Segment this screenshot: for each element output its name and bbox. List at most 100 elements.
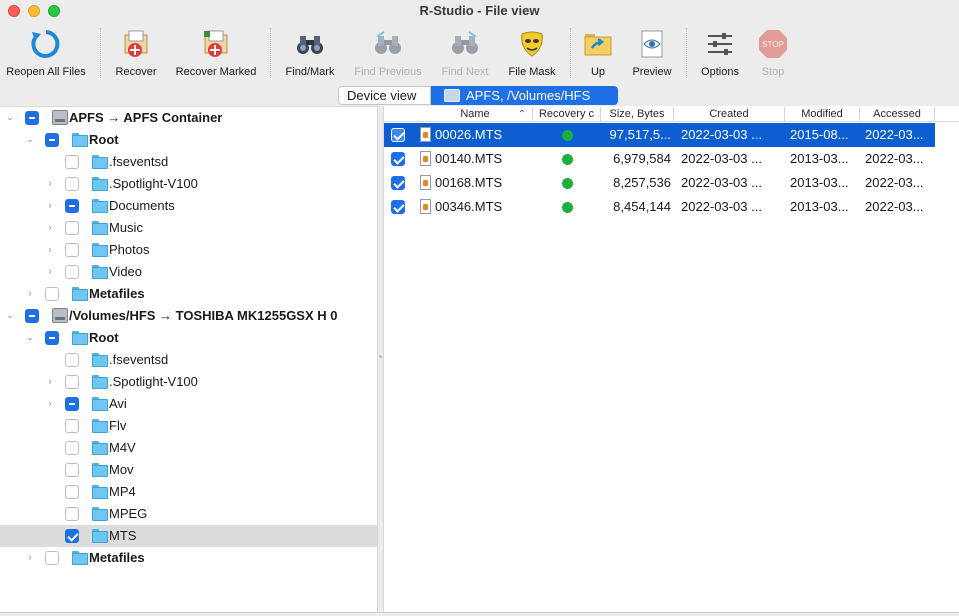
tree-checkbox[interactable] (65, 485, 79, 499)
chevron-right-icon[interactable]: › (45, 266, 55, 276)
splitter-handle[interactable] (379, 355, 382, 358)
folder-icon (92, 243, 108, 257)
recover-button[interactable]: Recover (110, 22, 162, 84)
chevron-down-icon[interactable]: ⌄ (25, 332, 35, 342)
tree-item-root[interactable]: ⌄ Root (0, 129, 377, 151)
tree-item-documents[interactable]: › Documents (0, 195, 377, 217)
chevron-down-icon[interactable]: ⌄ (5, 112, 15, 122)
binoculars-icon (297, 36, 323, 54)
column-header-accessed[interactable]: Accessed (860, 107, 935, 121)
chevron-right-icon[interactable]: › (45, 398, 55, 408)
find-next-button[interactable]: Find Next (434, 22, 496, 84)
column-header-size[interactable]: Size, Bytes (601, 107, 674, 121)
tree-item-metafiles[interactable]: › Metafiles (0, 547, 377, 569)
folder-icon (92, 221, 108, 235)
file-row[interactable]: 00026.MTS 97,517,5... 2022-03-03 ... 201… (384, 123, 935, 147)
svg-text:STOP: STOP (762, 40, 784, 49)
tree-item-mp4[interactable]: MP4 (0, 481, 377, 503)
tree-item-m4v[interactable]: M4V (0, 437, 377, 459)
tree-item-volumes-hfs[interactable]: ⌄ /Volumes/HFS → TOSHIBA MK1255GSX H 0 (0, 305, 377, 327)
tree-checkbox[interactable] (45, 287, 59, 301)
tree-checkbox[interactable] (65, 529, 79, 543)
tree-checkbox[interactable] (45, 133, 59, 147)
tree-item-video[interactable]: › Video (0, 261, 377, 283)
chevron-down-icon[interactable]: ⌄ (5, 310, 15, 320)
file-row[interactable]: 00168.MTS 8,257,536 2022-03-03 ... 2013-… (384, 171, 935, 195)
tree-item-spotlight[interactable]: › .Spotlight-V100 (0, 173, 377, 195)
sliders-icon (708, 33, 732, 55)
chevron-right-icon[interactable]: › (25, 552, 35, 562)
folder-icon (92, 419, 108, 433)
hard-drive-icon (52, 110, 68, 125)
tree-item-avi[interactable]: › Avi (0, 393, 377, 415)
tree-item-apfs-container[interactable]: ⌄ APFS → APFS Container (0, 107, 377, 129)
tree-item-fseventsd[interactable]: .fseventsd (0, 349, 377, 371)
options-button[interactable]: Options (694, 22, 746, 84)
file-checkbox[interactable] (391, 152, 405, 166)
chevron-right-icon[interactable]: › (45, 376, 55, 386)
tree-item-music[interactable]: › Music (0, 217, 377, 239)
tree-checkbox[interactable] (65, 199, 79, 213)
reopen-all-files-button[interactable]: Reopen All Files (0, 22, 92, 84)
file-mask-button[interactable]: File Mask (502, 22, 562, 84)
tree-item-metafiles[interactable]: › Metafiles (0, 283, 377, 305)
chevron-right-icon[interactable]: › (45, 200, 55, 210)
tree-checkbox[interactable] (65, 265, 79, 279)
chevron-right-icon[interactable]: › (45, 222, 55, 232)
tree-item-flv[interactable]: Flv (0, 415, 377, 437)
file-checkbox[interactable] (391, 200, 405, 214)
folder-icon (92, 265, 108, 279)
file-checkbox[interactable] (391, 128, 405, 142)
pane-splitter[interactable] (377, 106, 384, 612)
tree-checkbox[interactable] (25, 111, 39, 125)
chevron-right-icon[interactable]: › (45, 178, 55, 188)
folder-icon (72, 287, 88, 301)
tree-checkbox[interactable] (65, 221, 79, 235)
stop-button[interactable]: STOP Stop (752, 22, 794, 84)
find-previous-button[interactable]: Find Previous (350, 22, 426, 84)
chevron-down-icon[interactable]: ⌄ (25, 134, 35, 144)
tree-checkbox[interactable] (65, 507, 79, 521)
tree-item-spotlight[interactable]: › .Spotlight-V100 (0, 371, 377, 393)
tree-checkbox[interactable] (65, 353, 79, 367)
chevron-right-icon[interactable]: › (25, 288, 35, 298)
hard-drive-icon (52, 308, 68, 323)
tree-item-root[interactable]: ⌄ Root (0, 327, 377, 349)
tree-checkbox[interactable] (65, 419, 79, 433)
tree-item-mov[interactable]: Mov (0, 459, 377, 481)
recover-icon (124, 30, 148, 57)
eye-icon (641, 30, 663, 58)
tree-checkbox[interactable] (65, 243, 79, 257)
file-row[interactable]: 00140.MTS 6,979,584 2022-03-03 ... 2013-… (384, 147, 935, 171)
file-row[interactable]: 00346.MTS 8,454,144 2022-03-03 ... 2013-… (384, 195, 935, 219)
tree-item-mts[interactable]: MTS (0, 525, 377, 547)
toolbar-separator (686, 28, 687, 78)
preview-button[interactable]: Preview (626, 22, 678, 84)
tree-checkbox[interactable] (25, 309, 39, 323)
column-header-modified[interactable]: Modified (785, 107, 860, 121)
tab-apfs-volume[interactable]: APFS, /Volumes/HFS (431, 86, 618, 105)
tree-checkbox[interactable] (65, 177, 79, 191)
tree-checkbox[interactable] (65, 155, 79, 169)
tree-checkbox[interactable] (65, 397, 79, 411)
tree-item-photos[interactable]: › Photos (0, 239, 377, 261)
tab-device-view[interactable]: Device view (338, 86, 431, 105)
column-header-name[interactable]: Name (418, 107, 533, 121)
recover-marked-button[interactable]: Recover Marked (170, 22, 262, 84)
tree-checkbox[interactable] (65, 441, 79, 455)
folder-icon (72, 551, 88, 565)
tree-checkbox[interactable] (65, 463, 79, 477)
tree-checkbox[interactable] (65, 375, 79, 389)
tree-item-mpeg[interactable]: MPEG (0, 503, 377, 525)
tree-item-fseventsd[interactable]: .fseventsd (0, 151, 377, 173)
chevron-right-icon[interactable]: › (45, 244, 55, 254)
tree-checkbox[interactable] (45, 331, 59, 345)
find-mark-button[interactable]: Find/Mark (280, 22, 340, 84)
column-header-created[interactable]: Created (674, 107, 785, 121)
column-header-recovery[interactable]: Recovery c (533, 107, 601, 121)
up-button[interactable]: Up (578, 22, 618, 84)
binoculars-next-icon (452, 31, 478, 54)
recovery-status-good-icon (562, 202, 573, 213)
file-checkbox[interactable] (391, 176, 405, 190)
tree-checkbox[interactable] (45, 551, 59, 565)
